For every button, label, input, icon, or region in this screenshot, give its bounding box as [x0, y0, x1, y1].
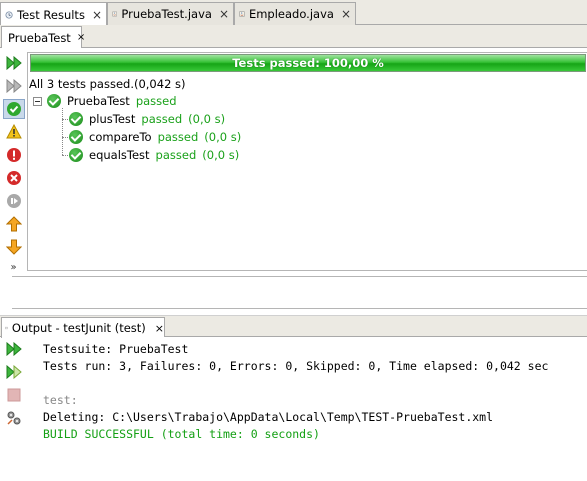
rerun-icon	[6, 56, 22, 70]
results-toolbar: »	[0, 52, 27, 276]
tree-connector	[62, 108, 63, 155]
close-subtab-icon[interactable]: ×	[77, 32, 85, 43]
test-status: passed	[157, 130, 199, 144]
close-output-icon[interactable]: ×	[155, 322, 164, 335]
show-passed-button[interactable]	[2, 99, 25, 119]
rerun-failed-button[interactable]	[3, 76, 25, 96]
show-aborted-button[interactable]	[3, 191, 25, 211]
show-errors-icon	[6, 171, 21, 185]
editor-tab-bar: Test Results × PruebaTest.java × Emplead…	[0, 0, 587, 26]
tab-output[interactable]: Output - testJunit (test) ×	[1, 317, 165, 338]
show-passed-icon	[6, 102, 21, 116]
console-line: Deleting: C:\Users\Trabajo\AppData\Local…	[43, 410, 494, 424]
show-failures-icon	[6, 148, 21, 162]
test-name: equalsTest	[89, 148, 150, 162]
tab-label: Empleado.java	[248, 7, 334, 21]
show-warnings-button[interactable]	[3, 122, 25, 142]
test-name: plusTest	[89, 112, 136, 126]
tab-empleado-java[interactable]: Empleado.java ×	[234, 2, 356, 25]
output-window-icon	[5, 326, 8, 330]
test-time: (0,0 s)	[204, 130, 242, 144]
close-tab-icon[interactable]: ×	[219, 7, 229, 21]
test-name: compareTo	[89, 130, 152, 144]
test-status: passed	[155, 148, 197, 162]
more-actions-button[interactable]: »	[3, 260, 25, 274]
rerun-button[interactable]	[3, 53, 25, 73]
show-aborted-icon	[6, 194, 21, 208]
summary-text: All 3 tests passed.(0,042 s)	[29, 77, 186, 91]
java-file-icon	[112, 11, 117, 17]
passed-icon	[47, 94, 61, 108]
close-tab-icon[interactable]: ×	[92, 8, 102, 22]
stop-icon	[7, 388, 20, 402]
settings-button[interactable]	[3, 408, 25, 428]
more-chevron-icon: »	[10, 261, 17, 273]
show-warnings-icon	[5, 124, 22, 139]
show-errors-button[interactable]	[3, 168, 25, 188]
passed-icon	[69, 130, 83, 144]
tab-test-results[interactable]: Test Results ×	[0, 2, 107, 26]
rerun-with-changes-icon	[6, 365, 22, 379]
passed-icon	[69, 148, 83, 162]
test-node[interactable]: plusTest passed (0,0 s)	[69, 110, 225, 128]
progress-bar: Tests passed: 100,00 %	[30, 54, 586, 72]
suite-status: passed	[135, 94, 177, 108]
output-tab-bar: Output - testJunit (test) ×	[0, 315, 587, 338]
output-toolbar	[0, 338, 27, 430]
console-line: BUILD SUCCESSFUL (total time: 0 seconds)	[43, 427, 320, 441]
java-file-icon	[239, 11, 245, 17]
next-failure-icon	[5, 239, 22, 255]
next-failure-button[interactable]	[3, 237, 25, 257]
show-failures-button[interactable]	[3, 145, 25, 165]
output-tab-label: Output - testJunit (test)	[11, 321, 146, 335]
test-node[interactable]: equalsTest passed (0,0 s)	[69, 146, 239, 164]
rerun-changed-button[interactable]	[3, 362, 25, 382]
collapse-toggle-icon[interactable]	[33, 96, 42, 106]
progress-text: Tests passed: 100,00 %	[232, 56, 384, 70]
output-console[interactable]: Testsuite: PruebaTest Tests run: 3, Fail…	[27, 337, 587, 481]
subtab-label: PruebaTest	[8, 30, 71, 45]
rerun-failed-icon	[6, 79, 22, 93]
test-node[interactable]: compareTo passed (0,0 s)	[69, 128, 241, 146]
tab-pruebatest-results[interactable]: PruebaTest ×	[1, 26, 85, 48]
test-output-strip	[12, 276, 587, 309]
suite-node[interactable]: PruebaTest passed	[33, 92, 177, 110]
test-time: (0,0 s)	[188, 112, 226, 126]
rerun-output-button[interactable]	[3, 339, 25, 359]
tab-label: PruebaTest.java	[121, 7, 212, 21]
test-results-icon	[5, 10, 13, 19]
gear-icon	[6, 411, 20, 425]
results-tab-bar: PruebaTest ×	[0, 25, 587, 48]
previous-failure-button[interactable]	[3, 214, 25, 234]
rerun-icon	[6, 342, 22, 356]
suite-name: PruebaTest	[67, 94, 130, 108]
console-line: test:	[43, 393, 78, 407]
stop-button[interactable]	[3, 385, 25, 405]
passed-icon	[69, 112, 83, 126]
test-time: (0,0 s)	[202, 148, 240, 162]
close-tab-icon[interactable]: ×	[341, 7, 351, 21]
console-line: Testsuite: PruebaTest	[43, 342, 189, 356]
console-line: Tests run: 3, Failures: 0, Errors: 0, Sk…	[43, 359, 549, 373]
test-status: passed	[141, 112, 183, 126]
tab-pruebatest-java[interactable]: PruebaTest.java ×	[107, 2, 234, 25]
tab-label: Test Results	[17, 7, 85, 22]
previous-failure-icon	[5, 216, 22, 232]
